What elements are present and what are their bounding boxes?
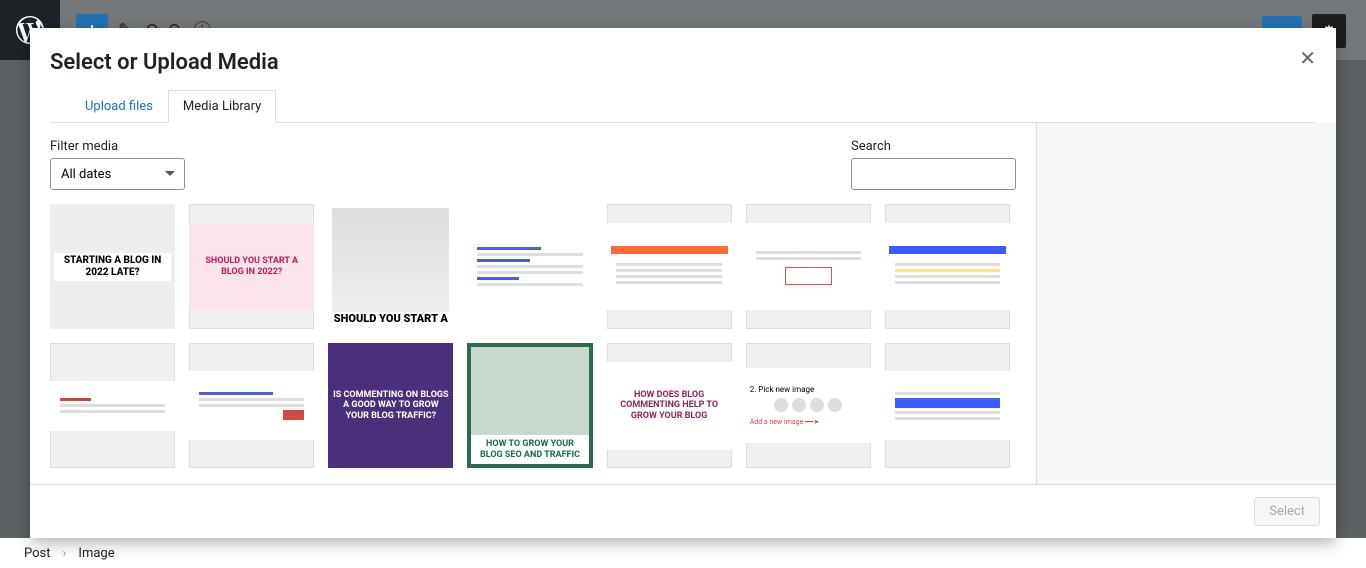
breadcrumb-post[interactable]: Post	[24, 546, 51, 561]
media-item[interactable]	[189, 343, 314, 468]
modal-title: Select or Upload Media	[50, 50, 1316, 75]
media-item[interactable]	[746, 204, 871, 329]
media-item[interactable]: HOW DOES BLOG COMMENTING HELP TO GROW YO…	[607, 343, 732, 468]
filter-media-group: Filter media All dates	[50, 139, 185, 190]
media-caption: 2. Pick new image	[750, 385, 867, 395]
media-pane: Filter media All dates Search STARTING A…	[30, 123, 1036, 484]
chevron-right-icon: ›	[63, 546, 67, 561]
media-caption: IS COMMENTING ON BLOGS A GOOD WAY TO GRO…	[328, 343, 453, 468]
search-group: Search	[851, 139, 1016, 190]
media-item[interactable]	[467, 204, 592, 329]
media-item[interactable]: SHOULD YOU START A	[328, 204, 453, 329]
tab-media-library[interactable]: Media Library	[168, 90, 276, 123]
media-item[interactable]: SHOULD YOU START A BLOG IN 2022?	[189, 204, 314, 329]
media-item[interactable]	[607, 204, 732, 329]
media-grid: STARTING A BLOG IN 2022 LATE? SHOULD YOU…	[50, 204, 1010, 468]
modal-body: Filter media All dates Search STARTING A…	[30, 123, 1336, 484]
media-item[interactable]: STARTING A BLOG IN 2022 LATE?	[50, 204, 175, 329]
modal-header: Select or Upload Media Upload files Medi…	[30, 28, 1336, 123]
attachment-details-sidebar	[1036, 123, 1336, 484]
close-button[interactable]: ✕	[1299, 46, 1316, 70]
media-grid-scroll[interactable]: STARTING A BLOG IN 2022 LATE? SHOULD YOU…	[50, 204, 1016, 468]
media-caption: SHOULD YOU START A BLOG IN 2022?	[189, 223, 314, 311]
media-item[interactable]	[885, 204, 1010, 329]
media-item[interactable]	[885, 343, 1010, 468]
filter-media-label: Filter media	[50, 139, 185, 154]
filter-date-select[interactable]: All dates	[50, 158, 185, 190]
block-breadcrumb: Post › Image	[0, 538, 1366, 568]
media-caption: STARTING A BLOG IN 2022 LATE?	[54, 253, 171, 281]
media-caption: HOW TO GROW YOUR BLOG SEO AND TRAFFIC	[471, 435, 588, 465]
media-item[interactable]	[50, 343, 175, 468]
breadcrumb-image[interactable]: Image	[78, 546, 114, 561]
tab-upload-files[interactable]: Upload files	[70, 90, 168, 123]
modal-footer: Select	[30, 484, 1336, 538]
media-caption: SHOULD YOU START A	[334, 312, 448, 325]
media-caption: HOW DOES BLOG COMMENTING HELP TO GROW YO…	[607, 362, 732, 450]
media-item[interactable]: HOW TO GROW YOUR BLOG SEO AND TRAFFIC	[467, 343, 592, 468]
modal-tabs: Upload files Media Library	[50, 89, 1316, 123]
media-item[interactable]: IS COMMENTING ON BLOGS A GOOD WAY TO GRO…	[328, 343, 453, 468]
filters-bar: Filter media All dates Search	[50, 139, 1016, 190]
media-modal: ✕ Select or Upload Media Upload files Me…	[30, 28, 1336, 538]
select-button[interactable]: Select	[1254, 497, 1320, 526]
search-label: Search	[851, 139, 1016, 154]
media-item[interactable]: 2. Pick new imageAdd a new image ━━➤	[746, 343, 871, 468]
close-icon: ✕	[1299, 46, 1316, 70]
search-input[interactable]	[851, 158, 1016, 190]
